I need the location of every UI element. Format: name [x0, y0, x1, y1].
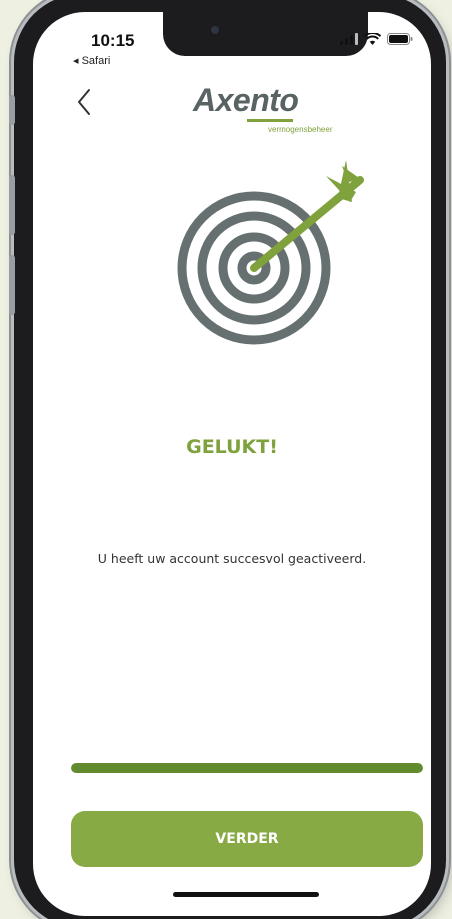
logo-wordmark: Axento [193, 82, 299, 118]
app-screen: 10:15 ◂ Safari Axento vermogensbeheer GE… [33, 12, 431, 916]
home-indicator[interactable] [173, 892, 319, 897]
continue-button[interactable]: VERDER [71, 811, 423, 867]
device-mockup: 10:15 ◂ Safari Axento vermogensbeheer GE… [0, 0, 452, 919]
success-title: GELUKT! [186, 436, 278, 458]
success-message: U heeft uw account succesvol geactiveerd… [97, 551, 367, 566]
notch [163, 12, 368, 56]
target-with-arrow-icon [177, 160, 364, 345]
battery-icon [387, 33, 413, 45]
front-camera [211, 26, 219, 34]
axento-logo: Axento vermogensbeheer [185, 76, 332, 134]
back-to-safari-link[interactable]: ◂ Safari [73, 54, 110, 67]
mute-switch [9, 95, 15, 125]
volume-down-button [9, 255, 15, 315]
chevron-left-icon [78, 89, 90, 115]
cellular-signal-icon [340, 33, 358, 45]
back-button[interactable] [69, 84, 99, 120]
logo-subtext: vermogensbeheer [268, 125, 333, 134]
wifi-icon [364, 33, 381, 45]
progress-fill [71, 763, 423, 773]
status-time: 10:15 [91, 31, 135, 50]
volume-up-button [9, 175, 15, 235]
logo-underline [247, 119, 293, 122]
onboarding-progress-bar [71, 763, 423, 773]
status-icons [340, 33, 413, 45]
